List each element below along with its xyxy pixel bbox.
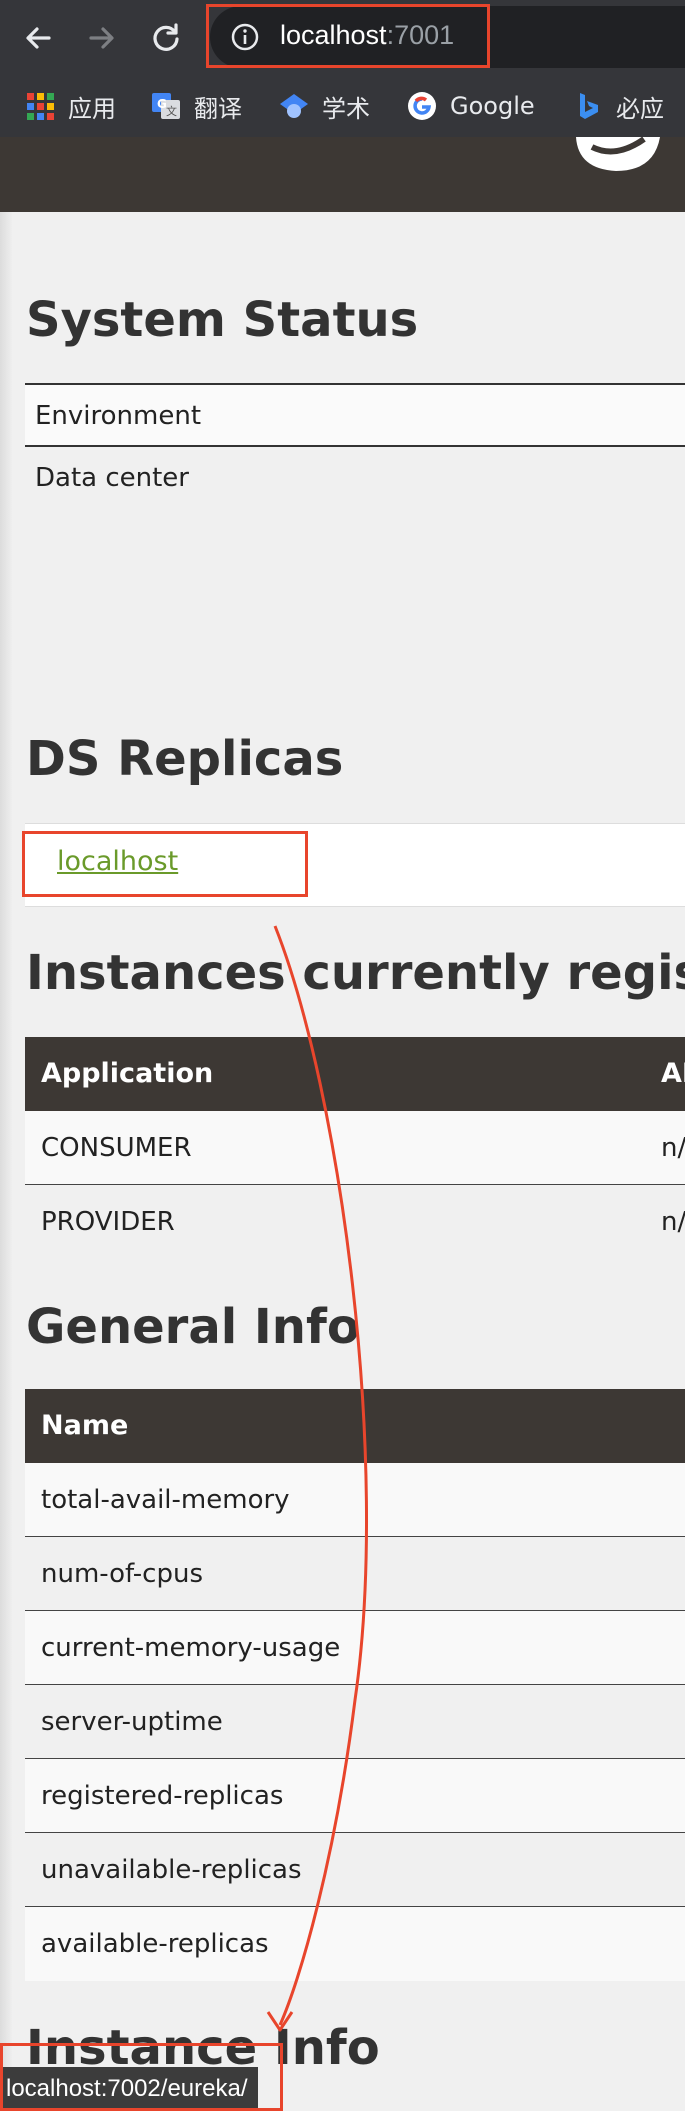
annotation-arrow <box>266 925 368 2032</box>
browser-window: localhost:7001 应用 G 文 翻译 学术 Google 必应 Sy… <box>0 0 685 2111</box>
